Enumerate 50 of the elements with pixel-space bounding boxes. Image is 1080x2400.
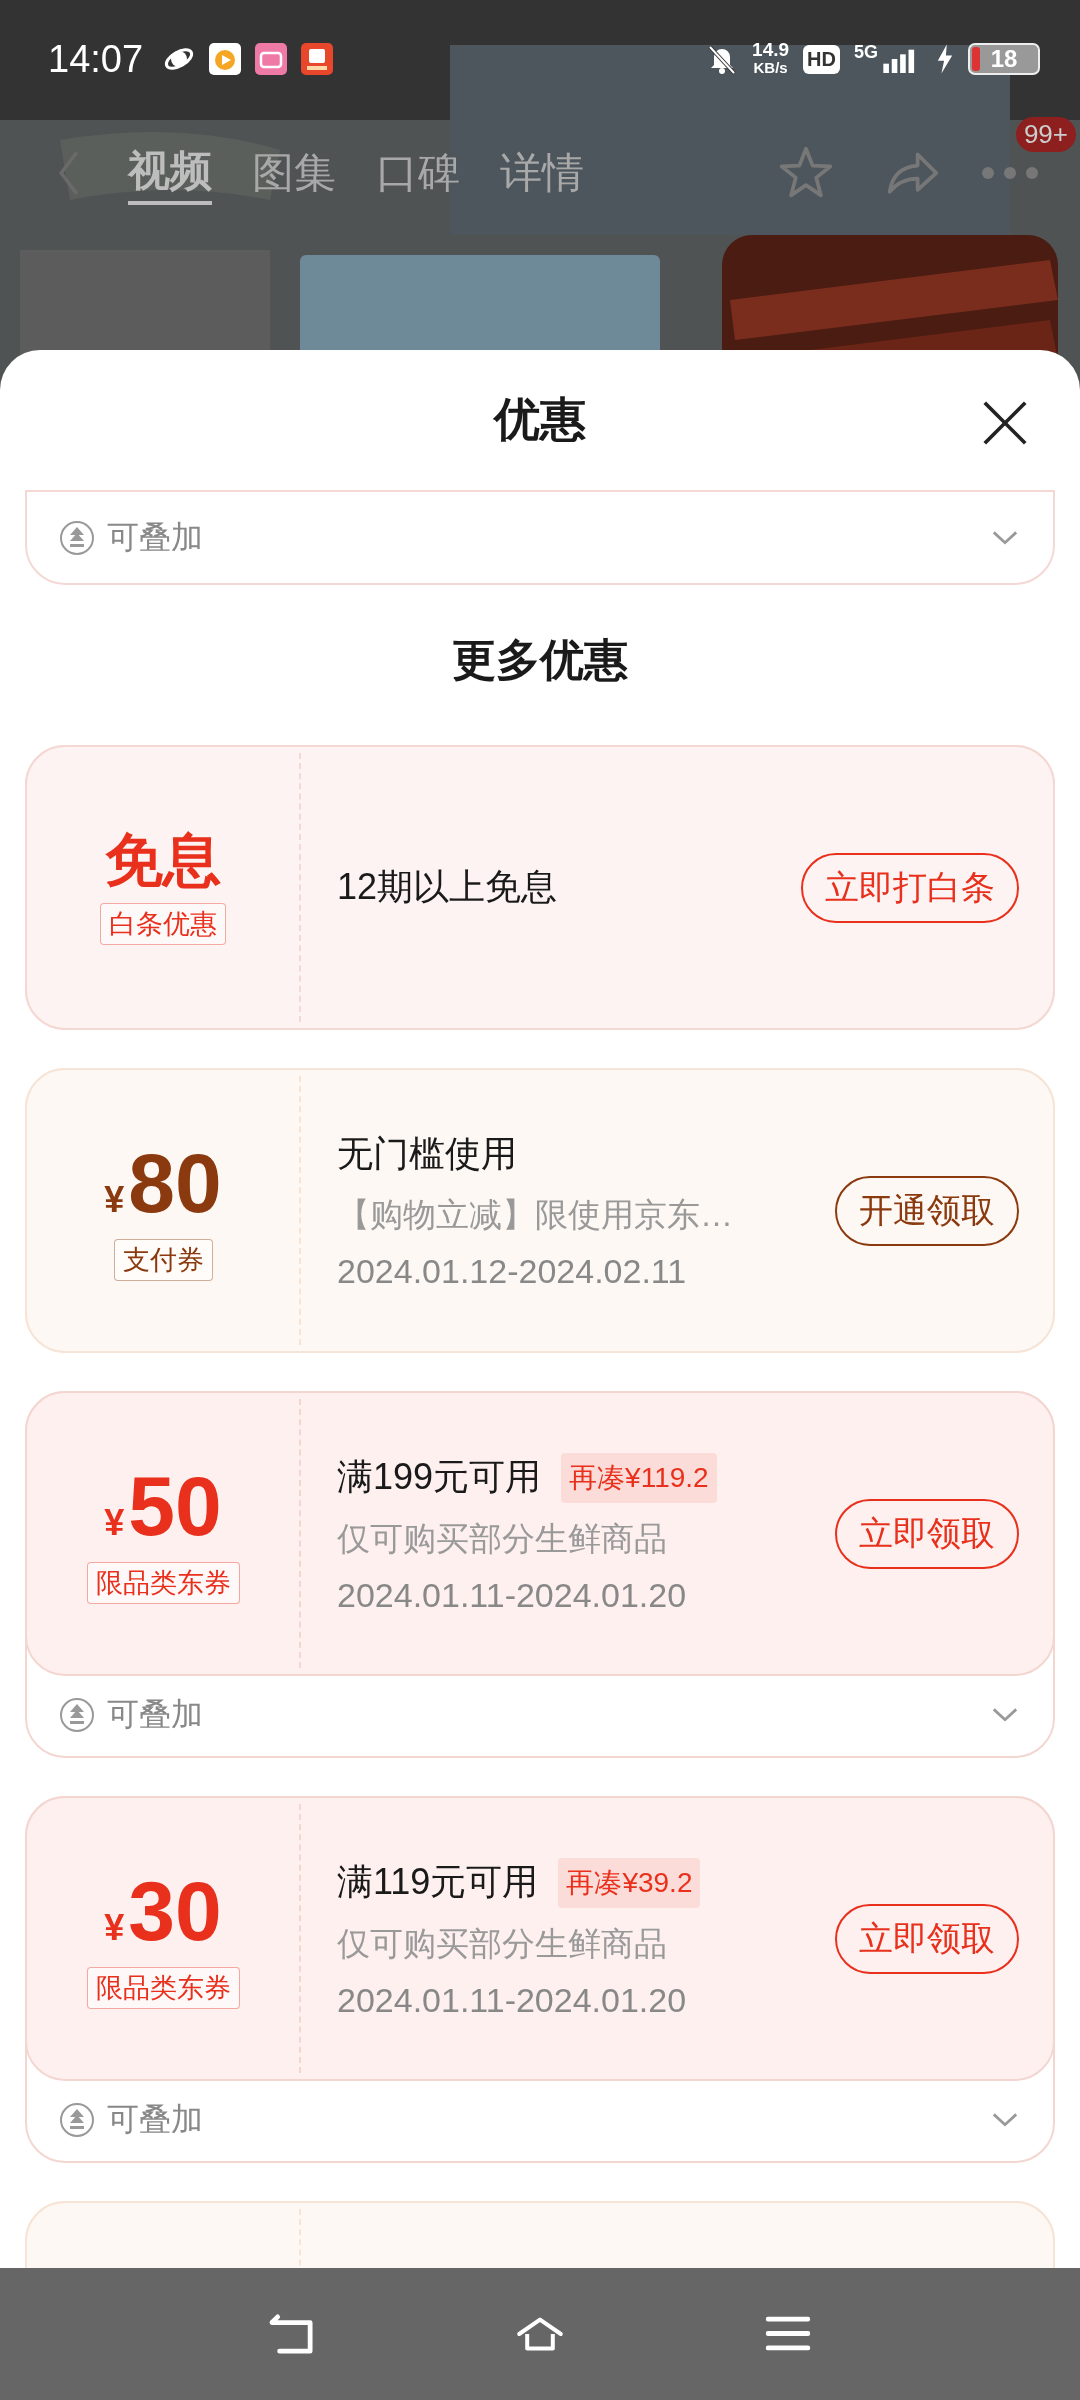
validity-dates: 2024.01.12-2024.02.11	[337, 1252, 688, 1291]
stackable-row[interactable]: 可叠加	[27, 2079, 1053, 2161]
app-icon	[209, 43, 242, 75]
clock-time: 14:07	[48, 37, 144, 81]
coupon-tag: 支付券	[113, 1238, 213, 1281]
network-type: 5G	[854, 42, 878, 63]
coupon-tag: 限品类东券	[86, 1966, 240, 2009]
section-title: 更多优惠	[451, 633, 629, 686]
charging-icon	[936, 44, 954, 74]
app-icon	[255, 43, 288, 75]
back-icon[interactable]	[268, 2313, 316, 2355]
top-up-hint: 再凑¥39.2	[558, 1857, 701, 1908]
nav-tab[interactable]: 图集	[252, 143, 336, 203]
claim-button[interactable]: 立即领取	[835, 1903, 1019, 1974]
sheet-title: 优惠	[494, 392, 586, 447]
coupon-title: 满119元可用	[337, 1860, 539, 1904]
coupon-amount: 免息	[105, 830, 221, 889]
stack-icon	[59, 2102, 95, 2138]
chevron-down-icon	[991, 1706, 1019, 1724]
top-up-hint: 再凑¥119.2	[561, 1452, 717, 1503]
coupon-amount: ¥30	[104, 1868, 222, 1953]
coupon-description: 仅可购买部分生鲜商品	[337, 1923, 668, 1964]
coupon-description: 【购物立减】限使用京东…	[337, 1195, 734, 1235]
coupon-tag: 白条优惠	[100, 902, 226, 945]
claim-button[interactable]: 立即领取	[835, 1498, 1019, 1569]
network-speed: 14.9	[752, 41, 790, 59]
speed-unit: KB/s	[753, 59, 788, 77]
stack-icon	[59, 1697, 95, 1733]
claim-button[interactable]: 立即打白条	[801, 852, 1019, 923]
coupon-description: 仅可购买部分生鲜商品	[337, 1518, 668, 1559]
nav-tab[interactable]: 口碑	[376, 143, 460, 203]
stack-icon	[59, 519, 95, 556]
close-button[interactable]	[982, 400, 1028, 446]
coupon-amount: ¥80	[104, 1140, 222, 1225]
stackable-row[interactable]: 可叠加	[27, 1674, 1053, 1756]
app-icon	[301, 43, 334, 75]
coupon-title: 无门槛使用	[337, 1132, 517, 1176]
coupon-amount: ¥50	[104, 1463, 222, 1548]
hd-badge: HD	[803, 44, 840, 74]
nav-tab[interactable]: 视频	[128, 141, 212, 205]
coupon-tag: 限品类东券	[86, 1561, 240, 1604]
chevron-down-icon	[991, 2111, 1019, 2129]
battery-icon: 18	[968, 43, 1040, 75]
coupon-title: 12期以上免息	[337, 865, 558, 909]
claim-button[interactable]: 开通领取	[835, 1175, 1019, 1246]
validity-dates: 2024.01.11-2024.01.20	[337, 1575, 688, 1615]
coupon-title: 满199元可用	[337, 1455, 542, 1499]
validity-dates: 2024.01.11-2024.01.20	[337, 1980, 688, 2020]
stackable-row[interactable]: 可叠加	[27, 496, 1053, 579]
nav-tab[interactable]: 详情	[500, 143, 584, 203]
